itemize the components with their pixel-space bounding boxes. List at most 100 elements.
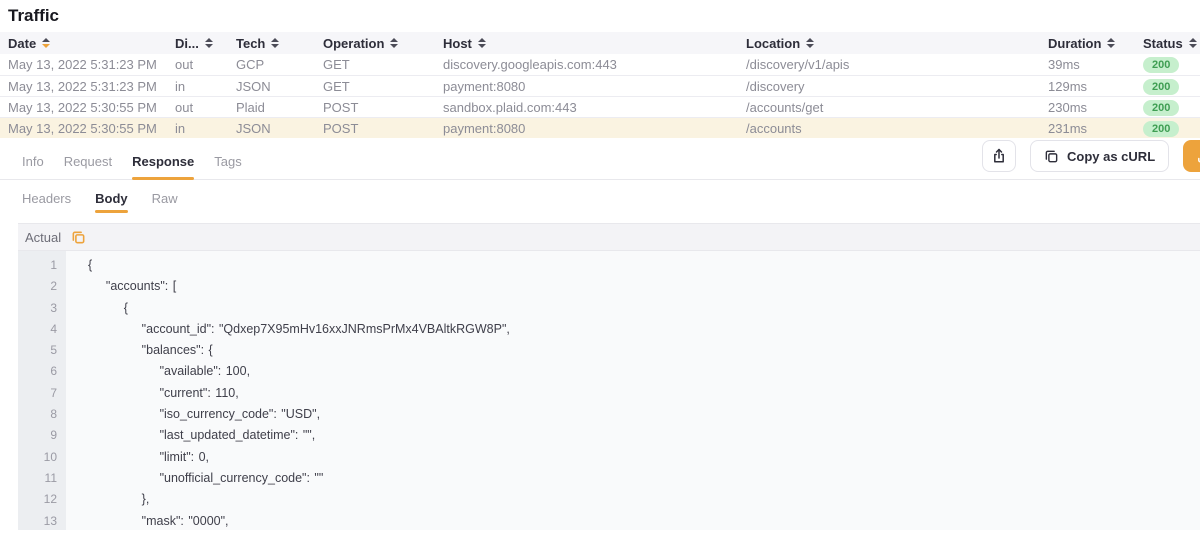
code-line: }, bbox=[88, 489, 1200, 510]
column-header-duration[interactable]: Duration bbox=[1048, 36, 1143, 51]
column-header-date[interactable]: Date bbox=[8, 36, 175, 51]
line-number: 2 bbox=[18, 276, 66, 297]
sort-icon[interactable] bbox=[390, 38, 398, 48]
line-number-gutter: 12345678910111213 bbox=[18, 251, 66, 530]
copy-body-button[interactable] bbox=[71, 230, 86, 245]
sort-icon[interactable] bbox=[42, 38, 50, 48]
cell-operation: GET bbox=[323, 79, 443, 94]
page-title: Traffic bbox=[0, 0, 1200, 32]
cell-date: May 13, 2022 5:31:23 PM bbox=[8, 57, 175, 72]
subtab-raw[interactable]: Raw bbox=[152, 182, 178, 215]
cell-host: payment:8080 bbox=[443, 121, 746, 136]
cell-host: sandbox.plaid.com:443 bbox=[443, 100, 746, 115]
subtab-body[interactable]: Body bbox=[95, 182, 128, 215]
table-row[interactable]: May 13, 2022 5:30:55 PMoutPlaidPOSTsandb… bbox=[0, 96, 1200, 117]
cell-host: payment:8080 bbox=[443, 79, 746, 94]
tab-info[interactable]: Info bbox=[22, 145, 44, 178]
line-number: 13 bbox=[18, 511, 66, 530]
cell-status: 200 bbox=[1143, 78, 1200, 95]
traffic-table: DateDi... Tech Operation Host Location Durati… bbox=[0, 32, 1200, 138]
cell-tech: JSON bbox=[236, 79, 323, 94]
sort-icon[interactable] bbox=[806, 38, 814, 48]
cell-tech: GCP bbox=[236, 57, 323, 72]
code-line: "last_updated_datetime": "", bbox=[88, 425, 1200, 446]
sort-icon[interactable] bbox=[271, 38, 279, 48]
column-label: Location bbox=[746, 36, 800, 51]
column-label: Operation bbox=[323, 36, 384, 51]
cell-direction: in bbox=[175, 79, 236, 94]
copy-icon bbox=[1044, 149, 1059, 164]
download-icon bbox=[1196, 148, 1200, 164]
sort-icon[interactable] bbox=[1189, 38, 1197, 48]
cell-location: /discovery/v1/apis bbox=[746, 57, 1048, 72]
cell-operation: POST bbox=[323, 100, 443, 115]
line-number: 5 bbox=[18, 340, 66, 361]
line-number: 8 bbox=[18, 404, 66, 425]
detail-tabs: Info Request Response Tags Copy as cURL bbox=[0, 144, 1200, 180]
share-button[interactable] bbox=[982, 140, 1016, 172]
sort-icon[interactable] bbox=[1107, 38, 1115, 48]
cell-duration: 230ms bbox=[1048, 100, 1143, 115]
column-header-host[interactable]: Host bbox=[443, 36, 746, 51]
subtab-headers[interactable]: Headers bbox=[22, 182, 71, 215]
copy-as-curl-button[interactable]: Copy as cURL bbox=[1030, 140, 1169, 172]
cell-status: 200 bbox=[1143, 99, 1200, 116]
cell-date: May 13, 2022 5:30:55 PM bbox=[8, 100, 175, 115]
column-header-operation[interactable]: Operation bbox=[323, 36, 443, 51]
table-row[interactable]: May 13, 2022 5:31:23 PMoutGCPGETdiscover… bbox=[0, 54, 1200, 75]
line-number: 3 bbox=[18, 298, 66, 319]
code-line: "available": 100, bbox=[88, 361, 1200, 382]
column-header-di[interactable]: Di... bbox=[175, 36, 236, 51]
copy-as-curl-label: Copy as cURL bbox=[1067, 149, 1155, 164]
column-label: Duration bbox=[1048, 36, 1101, 51]
status-badge: 200 bbox=[1143, 79, 1179, 95]
column-label: Di... bbox=[175, 36, 199, 51]
cell-tech: Plaid bbox=[236, 100, 323, 115]
column-header-tech[interactable]: Tech bbox=[236, 36, 323, 51]
cell-date: May 13, 2022 5:31:23 PM bbox=[8, 79, 175, 94]
line-number: 7 bbox=[18, 383, 66, 404]
sort-icon[interactable] bbox=[478, 38, 486, 48]
column-label: Tech bbox=[236, 36, 265, 51]
cell-date: May 13, 2022 5:30:55 PM bbox=[8, 121, 175, 136]
status-badge: 200 bbox=[1143, 100, 1179, 116]
download-button[interactable]: Download bbox=[1183, 140, 1200, 172]
share-icon bbox=[991, 148, 1007, 164]
table-header-row: DateDi... Tech Operation Host Location Durati… bbox=[0, 32, 1200, 54]
tab-tags[interactable]: Tags bbox=[214, 145, 241, 178]
body-viewer-bar: Actual bbox=[18, 224, 1200, 251]
column-label: Status bbox=[1143, 36, 1183, 51]
table-row[interactable]: May 13, 2022 5:30:55 PMinJSONPOSTpayment… bbox=[0, 117, 1200, 138]
code-viewer[interactable]: 12345678910111213 { "accounts": [ { "acc… bbox=[18, 251, 1200, 530]
cell-tech: JSON bbox=[236, 121, 323, 136]
cell-duration: 39ms bbox=[1048, 57, 1143, 72]
line-number: 10 bbox=[18, 447, 66, 468]
column-label: Host bbox=[443, 36, 472, 51]
cell-operation: POST bbox=[323, 121, 443, 136]
cell-operation: GET bbox=[323, 57, 443, 72]
code-line: { bbox=[88, 298, 1200, 319]
code-content: { "accounts": [ { "account_id": "Qdxep7X… bbox=[66, 251, 1200, 530]
tab-response[interactable]: Response bbox=[132, 145, 194, 178]
line-number: 11 bbox=[18, 468, 66, 489]
code-line: "iso_currency_code": "USD", bbox=[88, 404, 1200, 425]
code-line: "limit": 0, bbox=[88, 447, 1200, 468]
column-header-status[interactable]: Status bbox=[1143, 36, 1200, 51]
line-number: 12 bbox=[18, 489, 66, 510]
sort-icon[interactable] bbox=[205, 38, 213, 48]
cell-direction: out bbox=[175, 100, 236, 115]
line-number: 6 bbox=[18, 361, 66, 382]
cell-direction: in bbox=[175, 121, 236, 136]
code-line: "accounts": [ bbox=[88, 276, 1200, 297]
column-header-location[interactable]: Location bbox=[746, 36, 1048, 51]
table-body: May 13, 2022 5:31:23 PMoutGCPGETdiscover… bbox=[0, 54, 1200, 138]
copy-icon bbox=[71, 230, 86, 245]
code-line: "unofficial_currency_code": "" bbox=[88, 468, 1200, 489]
response-subtabs: Headers Body Raw bbox=[0, 180, 1200, 216]
cell-duration: 231ms bbox=[1048, 121, 1143, 136]
table-row[interactable]: May 13, 2022 5:31:23 PMinJSONGETpayment:… bbox=[0, 75, 1200, 96]
status-badge: 200 bbox=[1143, 121, 1179, 137]
actual-label: Actual bbox=[25, 230, 61, 245]
tab-request[interactable]: Request bbox=[64, 145, 112, 178]
body-viewer: Actual 12345678910111213 { "accounts": [… bbox=[18, 223, 1200, 530]
